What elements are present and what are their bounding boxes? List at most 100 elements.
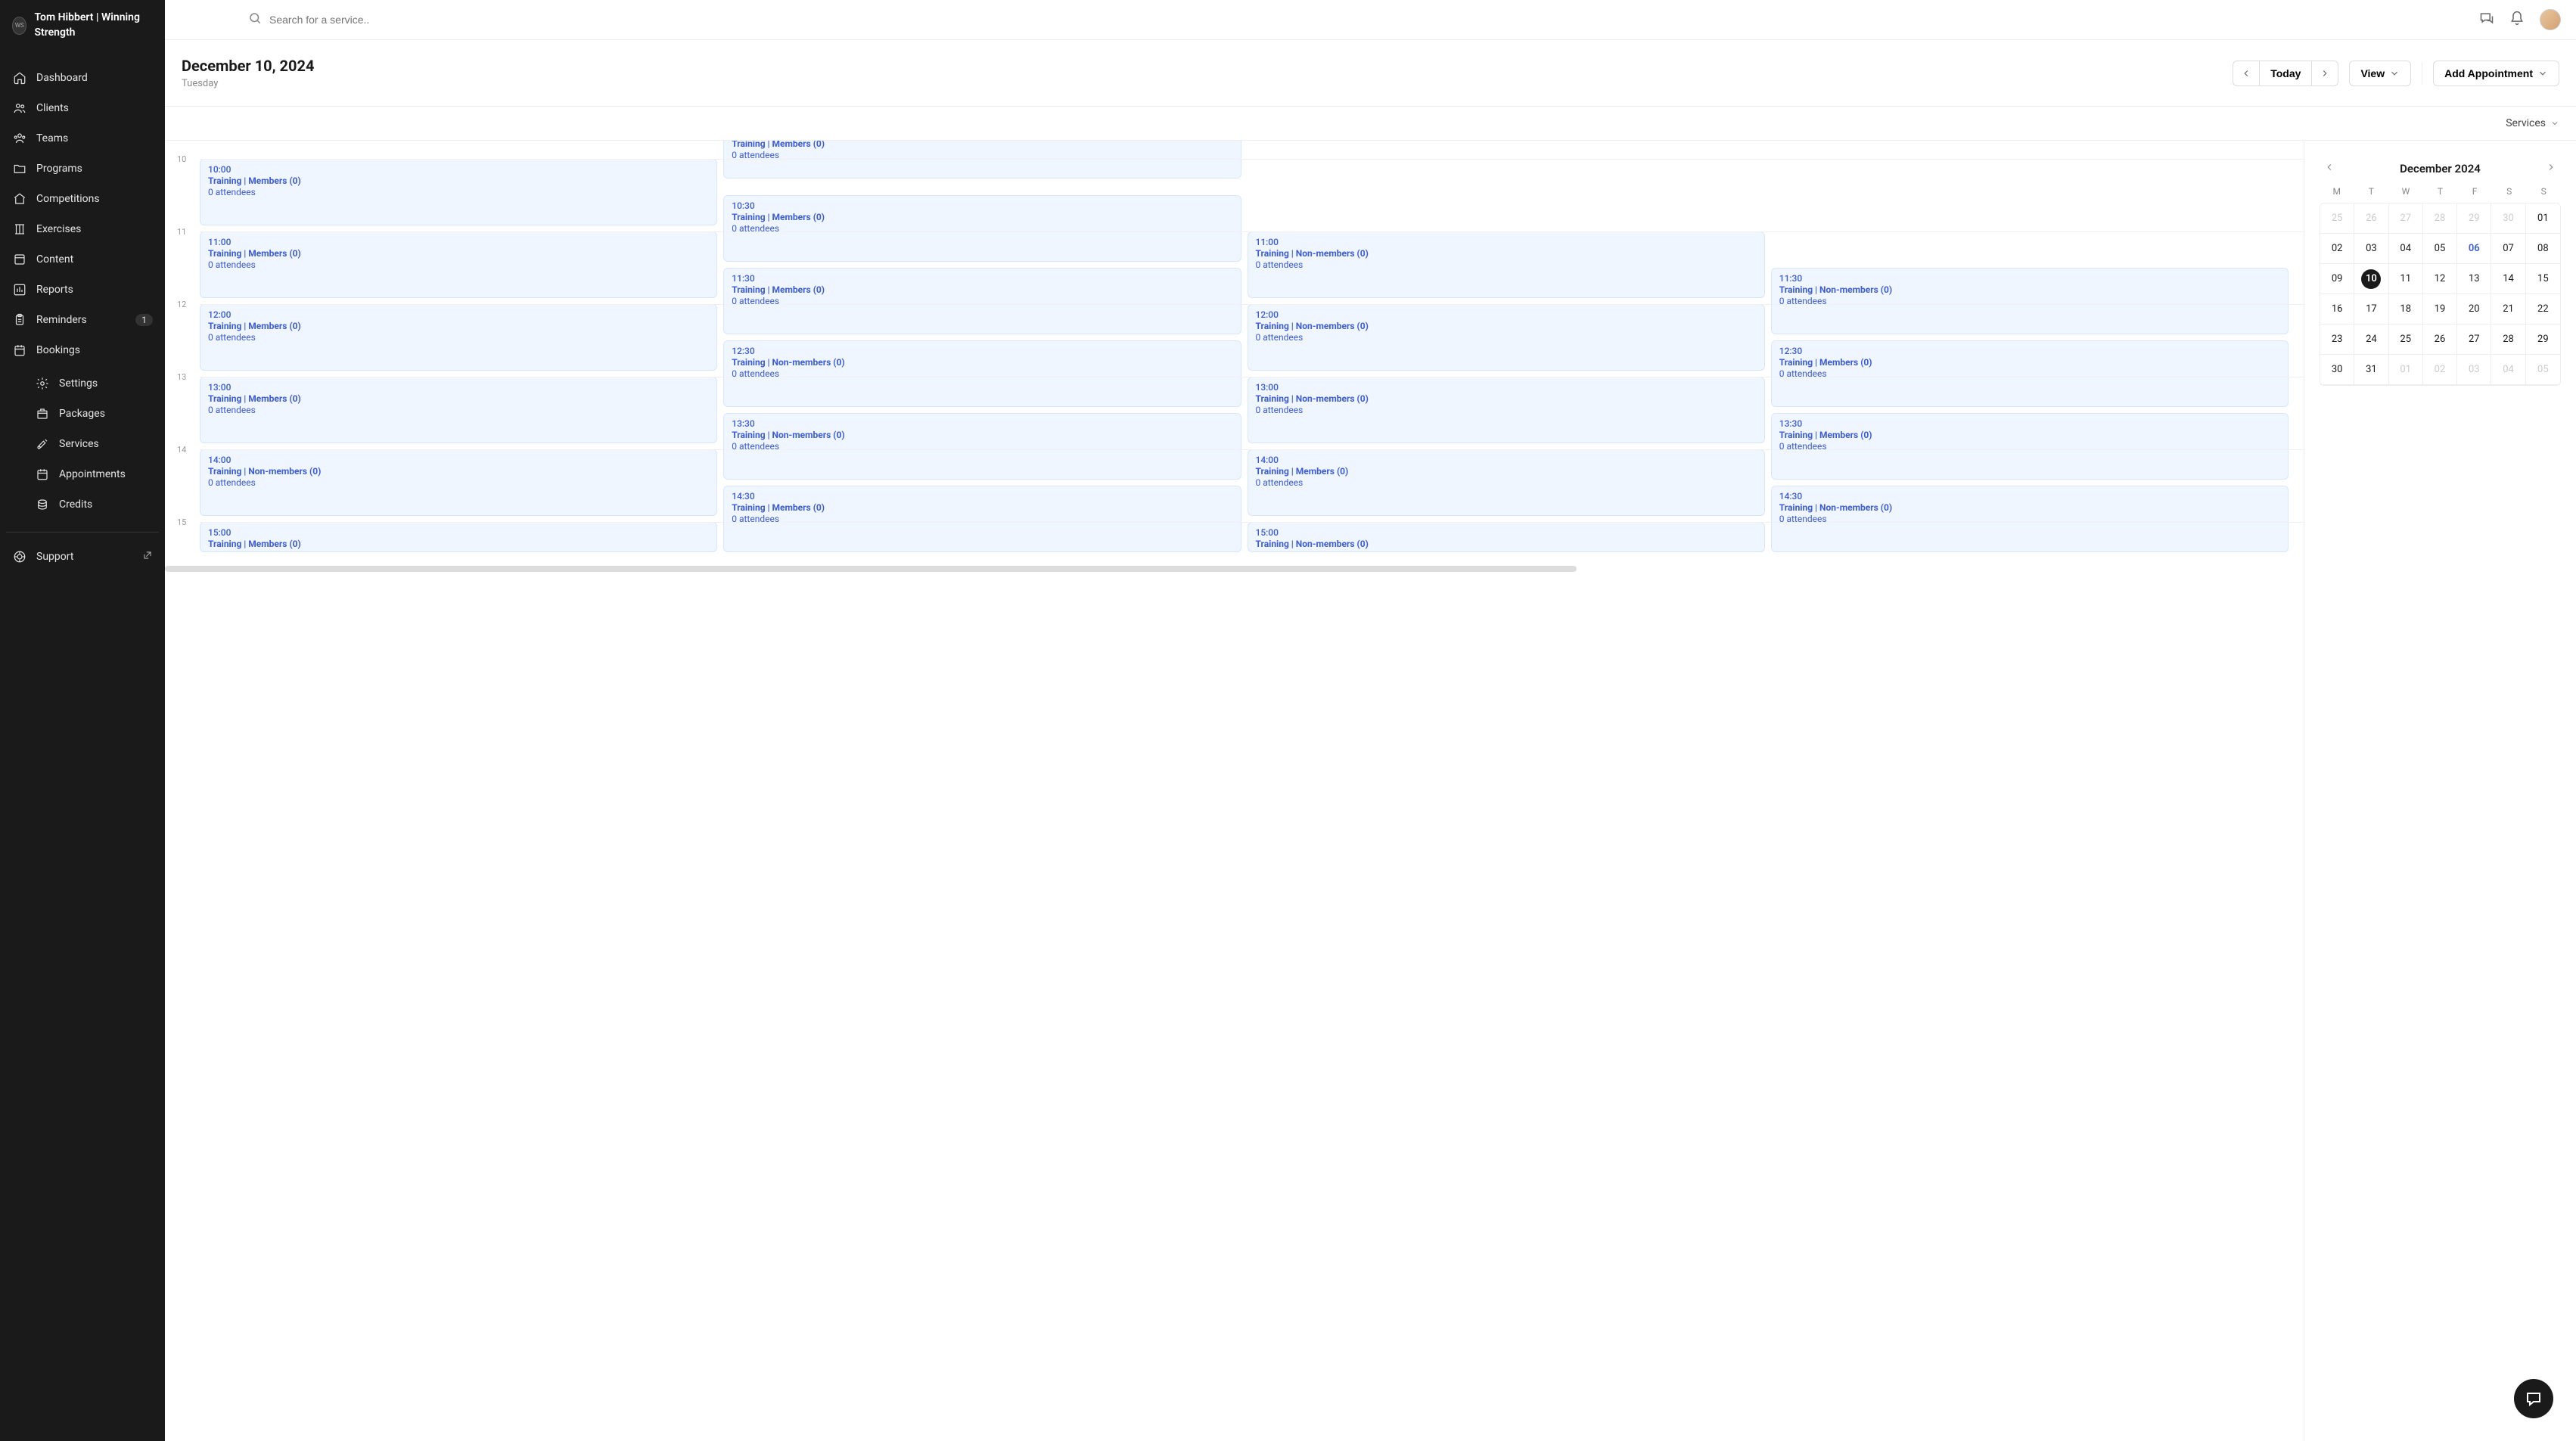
calendar-day[interactable]: 11 [2389, 264, 2423, 294]
sidebar-item-support[interactable]: Support [0, 542, 165, 572]
appointment-event[interactable]: 12:00Training | Non-members (0)0 attende… [1248, 304, 1765, 371]
chat-icon[interactable] [2479, 11, 2494, 29]
today-button[interactable]: Today [2259, 61, 2312, 86]
calendar-day[interactable]: 31 [2354, 355, 2388, 385]
calendar-day[interactable]: 27 [2389, 203, 2423, 234]
event-time: 14:00 [1256, 455, 1757, 465]
appointment-event[interactable]: 13:00Training | Members (0)0 attendees [200, 377, 717, 443]
services-filter[interactable]: Services [2506, 117, 2559, 129]
appointment-event[interactable]: 14:00Training | Members (0)0 attendees [1248, 449, 1765, 516]
calendar-day[interactable]: 26 [2423, 325, 2457, 355]
calendar-day[interactable]: 08 [2526, 234, 2560, 264]
calendar-day[interactable]: 15 [2526, 264, 2560, 294]
appointment-event[interactable]: 11:30Training | Non-members (0)0 attende… [1771, 268, 2289, 334]
sidebar-item-content[interactable]: Content [0, 244, 165, 275]
calendar-day[interactable]: 25 [2389, 325, 2423, 355]
appointment-event[interactable]: 11:00Training | Members (0)0 attendees [200, 231, 717, 298]
appointment-event[interactable]: 15:00Training | Non-members (0) [1248, 522, 1765, 552]
sidebar-item-competitions[interactable]: Competitions [0, 184, 165, 214]
sidebar-item-reminders[interactable]: Reminders1 [0, 305, 165, 335]
appointment-event[interactable]: 11:00Training | Non-members (0)0 attende… [1248, 231, 1765, 298]
calendar-prev-button[interactable] [2324, 162, 2335, 175]
appointment-event[interactable]: 10:30Training | Members (0)0 attendees [723, 195, 1241, 262]
calendar-day[interactable]: 01 [2389, 355, 2423, 385]
sidebar-item-programs[interactable]: Programs [0, 154, 165, 184]
calendar-day[interactable]: 17 [2354, 294, 2388, 325]
appointment-event[interactable]: 14:00Training | Non-members (0)0 attende… [200, 449, 717, 516]
calendar-day[interactable]: 18 [2389, 294, 2423, 325]
calendar-day[interactable]: 30 [2320, 355, 2354, 385]
sidebar-item-clients[interactable]: Clients [0, 93, 165, 123]
sidebar-item-bookings[interactable]: Bookings [0, 335, 165, 365]
calendar-day[interactable]: 05 [2526, 355, 2560, 385]
brand-title: Tom Hibbert | Winning Strength [34, 11, 153, 40]
appointment-event[interactable]: 14:30Training | Non-members (0)0 attende… [1771, 486, 2289, 552]
event-title: Training | Members (0) [208, 175, 709, 186]
calendar-day[interactable]: 03 [2354, 234, 2388, 264]
appointment-event[interactable]: 13:00Training | Non-members (0)0 attende… [1248, 377, 1765, 443]
calendar-day[interactable]: 04 [2491, 355, 2525, 385]
calendar-day[interactable]: 12 [2423, 264, 2457, 294]
calendar-day[interactable]: 02 [2423, 355, 2457, 385]
calendar-day[interactable]: 27 [2457, 325, 2491, 355]
calendar-day[interactable]: 19 [2423, 294, 2457, 325]
calendar-day[interactable]: 22 [2526, 294, 2560, 325]
calendar-day[interactable]: 05 [2423, 234, 2457, 264]
appointment-event[interactable]: 11:30Training | Members (0)0 attendees [723, 268, 1241, 334]
next-day-button[interactable] [2312, 61, 2338, 86]
calendar-day[interactable]: 26 [2354, 203, 2388, 234]
sidebar-subitem-appointments[interactable]: Appointments [0, 459, 165, 489]
view-button[interactable]: View [2349, 61, 2411, 86]
avatar[interactable] [2540, 9, 2561, 30]
sidebar-subitem-settings[interactable]: Settings [0, 368, 165, 399]
appointment-event[interactable]: 13:30Training | Non-members (0)0 attende… [723, 413, 1241, 480]
calendar-day[interactable]: 25 [2320, 203, 2354, 234]
horizontal-scrollbar[interactable] [165, 564, 2304, 573]
add-appointment-button[interactable]: Add Appointment [2433, 61, 2559, 86]
calendar-day[interactable]: 03 [2457, 355, 2491, 385]
calendar-day[interactable]: 16 [2320, 294, 2354, 325]
calendar-day[interactable]: 10 [2354, 264, 2388, 294]
calendar-day[interactable]: 01 [2526, 203, 2560, 234]
bell-icon[interactable] [2509, 11, 2525, 29]
calendar-day[interactable]: 20 [2457, 294, 2491, 325]
appointment-event[interactable]: 13:30Training | Members (0)0 attendees [1771, 413, 2289, 480]
appointment-event[interactable]: 15:00Training | Members (0) [200, 522, 717, 552]
sidebar-item-exercises[interactable]: Exercises [0, 214, 165, 244]
calendar-day[interactable]: 30 [2491, 203, 2525, 234]
prev-day-button[interactable] [2233, 61, 2259, 86]
calendar-day[interactable]: 09 [2320, 264, 2354, 294]
calendar-day[interactable]: 28 [2423, 203, 2457, 234]
sidebar-subitem-packages[interactable]: Packages [0, 399, 165, 429]
calendar-day[interactable]: 29 [2526, 325, 2560, 355]
appointment-event[interactable]: 14:30Training | Members (0)0 attendees [723, 486, 1241, 552]
calendar-day[interactable]: 29 [2457, 203, 2491, 234]
calendar-day[interactable]: 07 [2491, 234, 2525, 264]
appointment-event[interactable]: Training | Members (0)0 attendees [723, 141, 1241, 179]
event-title: Training | Members (0) [732, 141, 1232, 149]
calendar-day[interactable]: 24 [2354, 325, 2388, 355]
calendar-day[interactable]: 28 [2491, 325, 2525, 355]
sidebar-subitem-credits[interactable]: Credits [0, 489, 165, 520]
calendar-day[interactable]: 21 [2491, 294, 2525, 325]
appointment-event[interactable]: 12:00Training | Members (0)0 attendees [200, 304, 717, 371]
sidebar-item-teams[interactable]: Teams [0, 123, 165, 154]
appointment-event[interactable]: 12:30Training | Non-members (0)0 attende… [723, 340, 1241, 407]
calendar-day[interactable]: 14 [2491, 264, 2525, 294]
calendar-day[interactable]: 06 [2457, 234, 2491, 264]
sidebar-item-dashboard[interactable]: Dashboard [0, 63, 165, 93]
appointment-event[interactable]: 12:30Training | Members (0)0 attendees [1771, 340, 2289, 407]
calendar-next-button[interactable] [2546, 162, 2556, 175]
sidebar-subitem-services[interactable]: Services [0, 429, 165, 459]
brand[interactable]: WS Tom Hibbert | Winning Strength [0, 0, 165, 51]
chat-fab[interactable] [2514, 1379, 2553, 1418]
calendar-icon [35, 467, 50, 482]
schedule-pane[interactable]: 10:00Training | Members (0)0 attendees11… [165, 141, 2304, 1441]
sidebar-item-reports[interactable]: Reports [0, 275, 165, 305]
calendar-day[interactable]: 02 [2320, 234, 2354, 264]
calendar-day[interactable]: 04 [2389, 234, 2423, 264]
appointment-event[interactable]: 10:00Training | Members (0)0 attendees [200, 159, 717, 225]
calendar-day[interactable]: 13 [2457, 264, 2491, 294]
calendar-day[interactable]: 23 [2320, 325, 2354, 355]
search-input[interactable] [269, 14, 702, 26]
